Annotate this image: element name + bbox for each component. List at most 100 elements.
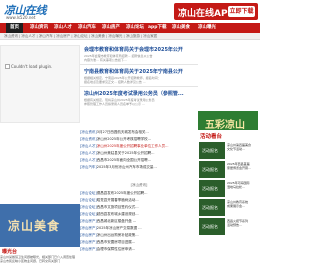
feature-tag: [凉山房产] — [80, 240, 97, 244]
activity-text-line: 家居博览会开幕... — [227, 166, 251, 170]
activity-thumbnail[interactable]: 活动报名 — [199, 180, 225, 197]
activity-text[interactable]: 凉山州第四届美食 文化节活动... — [227, 143, 260, 151]
activity-thumb-label: 活动报名 — [202, 167, 218, 172]
activity-thumbnail[interactable]: 活动报名 — [199, 142, 225, 159]
feature-tag: [凉山论坛] — [80, 212, 97, 216]
activity-item[interactable]: 活动报名 凉山州第四届美食 文化节活动... — [199, 142, 260, 160]
nav-item-home[interactable]: 首页 — [6, 23, 23, 33]
feature-text: 会理市保障性住房申请... — [96, 247, 136, 251]
main-nav: 首页 凉山资讯 凉山人才 凉山汽车 凉山房产 凉山论坛 app下载 凉山美食 凉… — [0, 23, 260, 33]
feature-tag: [凉山人才] — [80, 158, 97, 162]
activities-title: 活动看台 — [200, 134, 223, 140]
feature-link[interactable]: [凉山房产]西昌城北新区楼盘开盘 ... — [80, 219, 197, 224]
activities-heading: 活动看台 — [198, 130, 260, 141]
exposure-list: 凉山州某餐馆卫生问题被曝光，相关部门已介入调查处理 凉山市民反映小区物业问题，已… — [0, 255, 80, 263]
activity-text-line: 成果展示会... — [227, 204, 245, 208]
nav-item-expose[interactable]: 凉山曝光 — [198, 23, 216, 33]
feature-link[interactable]: [凉山房产]会理市保障性住房申请... — [80, 247, 197, 252]
nav-item-realestate[interactable]: 凉山房产 — [102, 23, 120, 33]
feature-text: 西昌城北新区楼盘开盘 ... — [96, 219, 137, 223]
divider — [80, 86, 198, 87]
feature-tag: [凉山房产] — [80, 226, 97, 230]
nav-item-app[interactable]: app下载 — [148, 23, 166, 33]
activity-text-line: 活动预告... — [227, 223, 242, 227]
exposure-item[interactable]: 凉山市民反映小区物业问题，已转交有关部门 — [0, 259, 80, 263]
feature-link[interactable]: [凉山论坛]越西县发布城乡建设规划... — [80, 212, 197, 217]
activity-thumb-label: 活动报名 — [202, 205, 218, 210]
site-logo[interactable]: 凉山在线 www.ls520.net — [4, 2, 47, 21]
exposure-title: 曝光台 — [2, 249, 18, 255]
activity-text-line: 湿地马拉松... — [227, 185, 245, 189]
news-headline-2[interactable]: 宁南县教育和体育局关于2025年宁南县公开 — [84, 68, 196, 75]
feature-text: 西昌市文旅项目签约仪式... — [96, 205, 139, 209]
activity-text[interactable]: 凉山州教育系统 成果展示会... — [227, 200, 260, 208]
feature-text: 凉山州美姑县关于2025年公开招聘... — [96, 151, 155, 155]
feature-text: 越西县发布城乡建设规划... — [96, 212, 139, 216]
feature-text: 昭觉县开展春季植树活动... — [96, 198, 139, 202]
activity-item[interactable]: 活动报名 西昌火把节系列 活动预告... — [199, 218, 260, 236]
news-summary-line: 参照管理工作人员拟录用人员名单予以公示 ... — [84, 102, 145, 106]
activity-thumbnail[interactable]: 活动报名 — [199, 218, 225, 235]
activity-text[interactable]: 西昌火把节系列 活动预告... — [227, 219, 260, 227]
logo-url: www.ls520.net — [6, 15, 36, 20]
activity-thumb-label: 活动报名 — [202, 224, 218, 229]
feature-link[interactable]: [凉山资讯]3月27日西昌航天城发布会相关... — [80, 130, 197, 135]
feature-link[interactable]: [凉山汽车]2025年3月份凉山州汽车市场成交量... — [80, 165, 197, 170]
exposure-section: 曝光台 — [0, 248, 80, 255]
feature-link[interactable]: [凉山房产]西昌市安置房项目进展... — [80, 240, 197, 245]
feature-text: 2025年3月份凉山州汽车市场成交量... — [96, 165, 157, 169]
feature-tag: [凉山论坛] — [80, 198, 97, 202]
feature-tag: [凉山论坛] — [80, 205, 97, 209]
feature-text: 西昌市安置房项目进展... — [96, 240, 136, 244]
app-download-banner[interactable]: 凉山在线APP 立即下载 — [174, 3, 258, 20]
feature-link[interactable]: [凉山房产]2025年凉山房产交易数据 ... — [80, 226, 197, 231]
feature-tag: [凉山资讯] — [80, 137, 97, 141]
broken-image-icon — [5, 64, 10, 69]
liangshan-food-banner[interactable]: 凉山美食 — [0, 204, 80, 247]
site-header: 凉山在线 www.ls520.net 凉山在线APP 立即下载 — [0, 0, 260, 23]
app-download-button[interactable]: 立即下载 — [228, 6, 255, 17]
food-banner-text: 凉山美食 — [8, 219, 61, 233]
subnav-links[interactable]: 凉山资讯 | 凉山人才 | 凉山汽车 | 凉山房产 | 凉山论坛 | 凉山美食 … — [4, 34, 157, 39]
feature-link[interactable]: [凉山房产]凉山州出台购房补贴政策... — [80, 233, 197, 238]
news-summary-line: 内容为准... 有关事项公告如下... — [84, 58, 127, 62]
feature-tag: [凉山论坛] — [80, 191, 97, 195]
news-summary-3: 根据有关规定，现将凉山州2025年度考试录用公务员 参照管理工作人员拟录用人员名… — [84, 98, 194, 106]
activity-text[interactable]: 2025年邛海国际 湿地马拉松... — [227, 181, 260, 189]
section-subhead: [凉山资讯] — [130, 183, 148, 187]
sub-nav: 凉山资讯 | 凉山人才 | 凉山汽车 | 凉山房产 | 凉山论坛 | 凉山美食 … — [0, 33, 260, 40]
feature-tag: [凉山汽车] — [80, 165, 97, 169]
app-title: 凉山在线APP — [178, 9, 235, 19]
feature-text: 3月27日西昌航天城发布会相关... — [96, 130, 149, 134]
featured-image-placeholder[interactable]: Couldn't load plugin. — [0, 45, 80, 123]
news-headline-1[interactable]: 会理市教育和体育局关于会理市2025年公开 — [84, 46, 196, 53]
feature-tag: [凉山资讯] — [80, 130, 97, 134]
news-headline-3[interactable]: 凉山州2025年度考试录用公务员（参照管... — [84, 90, 196, 97]
divider — [80, 64, 198, 65]
feature-link[interactable]: [凉山人才]西昌市2025年面向全国公开招聘... — [80, 158, 197, 163]
activity-item[interactable]: 活动报名 2025年邛海国际 湿地马拉松... — [199, 180, 260, 198]
nav-item-auto[interactable]: 凉山汽车 — [78, 23, 96, 33]
feature-link[interactable]: [凉山人才]凉山州美姑县关于2025年公开招聘... — [80, 151, 197, 156]
feature-link[interactable]: [凉山论坛]德昌县发布2025年度公开招聘... — [80, 191, 197, 196]
feature-link[interactable]: [凉山人才]凉山州2025年度公开招聘事业单位工作人员... — [80, 144, 197, 149]
feature-link[interactable]: [凉山资讯]凉山州2025年公开考核招聘学校... — [80, 137, 197, 142]
nav-item-talent[interactable]: 凉山人才 — [54, 23, 72, 33]
activity-text-line: 文化节活动... — [227, 147, 245, 151]
activity-thumbnail[interactable]: 活动报名 — [199, 199, 225, 216]
feature-link[interactable]: [凉山论坛]昭觉县开展春季植树活动... — [80, 198, 197, 203]
nav-item-news[interactable]: 凉山资讯 — [30, 23, 48, 33]
feature-tag: [凉山房产] — [80, 219, 97, 223]
feature-tag: [凉山房产] — [80, 247, 97, 251]
feature-link[interactable]: [凉山论坛]西昌市文旅项目签约仪式... — [80, 205, 197, 210]
activity-thumbnail[interactable]: 活动报名 — [199, 161, 225, 178]
activity-thumb-label: 活动报名 — [202, 148, 218, 153]
activity-item[interactable]: 活动报名 凉山州教育系统 成果展示会... — [199, 199, 260, 217]
feature-tag: [凉山房产] — [80, 233, 97, 237]
nav-item-food[interactable]: 凉山美食 — [172, 23, 190, 33]
activity-thumb-label: 活动报名 — [202, 186, 218, 191]
nav-item-forum[interactable]: 凉山论坛 — [126, 23, 144, 33]
feature-text: 凉山州2025年度公开招聘事业单位工作人员... — [96, 144, 169, 148]
activity-text[interactable]: 2025年西昌首届 家居博览会开幕... — [227, 162, 260, 170]
activity-item[interactable]: 活动报名 2025年西昌首届 家居博览会开幕... — [199, 161, 260, 179]
